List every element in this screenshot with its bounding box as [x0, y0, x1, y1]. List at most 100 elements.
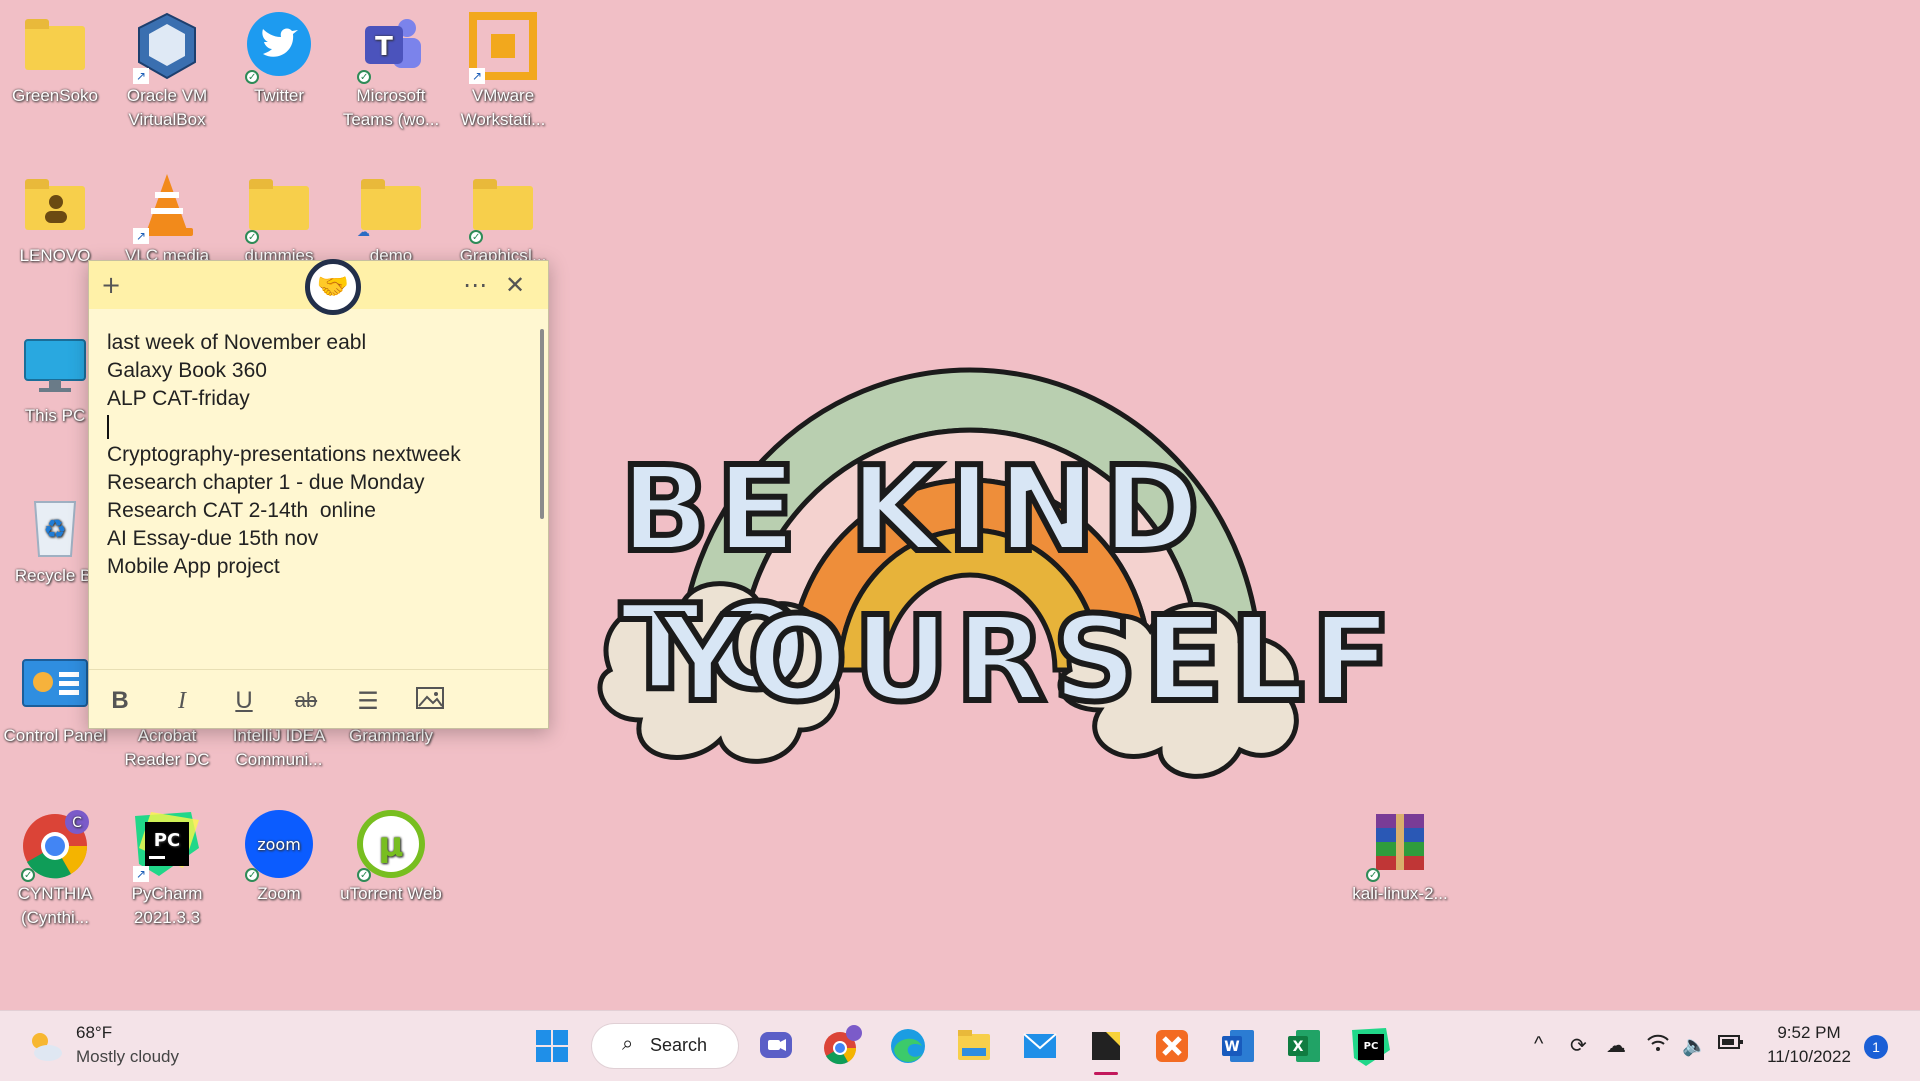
more-options-button[interactable]: ⋯: [459, 269, 491, 301]
desktop-icon-vlc[interactable]: ↗ VLC media: [112, 170, 222, 268]
desktop-icon-lenovo[interactable]: LENOVO: [0, 170, 110, 268]
note-scrollbar[interactable]: [540, 329, 544, 519]
zoom-icon: zoom: [243, 808, 315, 888]
chrome-taskbar-icon[interactable]: [820, 1024, 864, 1068]
desktop-icon-graphics[interactable]: Graphics|...: [448, 170, 558, 268]
sticky-note-content[interactable]: last week of November eabl Galaxy Book 3…: [89, 309, 548, 581]
note-line: ALP CAT-friday: [107, 387, 250, 410]
svg-text:PC: PC: [154, 830, 180, 851]
desktop-icon-pycharm[interactable]: PC ↗ PyCharm 2021.3.3: [112, 808, 222, 930]
word-icon[interactable]: W: [1216, 1024, 1260, 1068]
desktop-icon-label: IntelliJ IDEA Communi...: [232, 726, 326, 769]
clock-time: 9:52 PM: [1777, 1023, 1841, 1042]
note-line: Mobile App project: [107, 555, 280, 578]
desktop-icon-label: Microsoft Teams (wo...: [342, 86, 440, 129]
folder-icon: ☁: [355, 170, 427, 242]
handshake-avatar-icon[interactable]: 🤝: [305, 259, 361, 315]
pycharm-taskbar-icon[interactable]: PC: [1348, 1024, 1392, 1068]
system-clock[interactable]: 9:52 PM 11/10/2022: [1762, 1021, 1856, 1069]
desktop-icon-kali-archive[interactable]: kali-linux-2...: [1345, 808, 1455, 906]
desktop-icon-zoom[interactable]: zoom Zoom: [224, 808, 334, 906]
strikethrough-button[interactable]: ab: [289, 686, 323, 716]
desktop-icon-label: Zoom: [257, 884, 301, 903]
chrome-icon: C: [19, 808, 91, 888]
desktop-icon-virtualbox[interactable]: ↗ Oracle VM VirtualBox: [112, 10, 222, 132]
underline-button[interactable]: U: [227, 686, 261, 716]
edge-icon[interactable]: [886, 1024, 930, 1068]
note-line: AI Essay-due 15th nov: [107, 527, 319, 550]
search-label: Search: [650, 1035, 708, 1055]
desktop-icon-dummies[interactable]: dummies: [224, 170, 334, 268]
taskbar-search[interactable]: ⌕ Search: [592, 1024, 738, 1068]
note-format-toolbar: B I U ab ☰: [89, 669, 548, 728]
monitor-icon: [19, 330, 91, 402]
teams-chat-icon[interactable]: [754, 1024, 798, 1068]
folder-icon: [243, 170, 315, 250]
desktop-icon-vmware[interactable]: ↗ VMware Workstati...: [448, 10, 558, 132]
svg-text:C: C: [72, 815, 82, 831]
wallpaper-rainbow: BE KIND TO YOURSELF: [590, 290, 1395, 854]
folder-icon: [467, 170, 539, 250]
note-line: Cryptography-presentations nextweek: [107, 443, 461, 466]
show-hidden-icons-chevron-icon[interactable]: ^: [1534, 1033, 1543, 1056]
new-note-button[interactable]: +: [95, 269, 127, 301]
vlc-icon: ↗: [131, 170, 203, 244]
notification-badge[interactable]: 1: [1864, 1035, 1888, 1059]
note-line: Research CAT 2-14th online: [107, 499, 376, 522]
note-line: Research chapter 1 - due Monday: [107, 471, 425, 494]
desktop-icon-label: PyCharm 2021.3.3: [131, 884, 203, 927]
bold-button[interactable]: B: [103, 686, 137, 716]
virtualbox-icon: ↗: [131, 10, 203, 84]
svg-text:♻: ♻: [43, 514, 66, 544]
teams-icon: T: [355, 10, 427, 90]
desktop-icon-label: VMware Workstati...: [460, 86, 546, 129]
svg-text:W: W: [1224, 1039, 1239, 1055]
vmware-icon: ↗: [467, 10, 539, 84]
onedrive-cloud-icon[interactable]: ☁: [1606, 1033, 1626, 1058]
pycharm-icon: PC ↗: [131, 808, 203, 882]
desktop-icon-label: Oracle VM VirtualBox: [126, 86, 208, 129]
desktop-icon-twitter[interactable]: Twitter: [224, 10, 334, 108]
desktop-icon-label: Twitter: [253, 86, 305, 105]
xampp-icon[interactable]: [1150, 1024, 1194, 1068]
volume-icon[interactable]: 🔈: [1682, 1033, 1707, 1058]
wallpaper-text-line2: YOURSELF: [657, 587, 1398, 731]
twitter-icon: [243, 10, 315, 90]
active-app-indicator: [1094, 1072, 1118, 1075]
sticky-note-window[interactable]: + ⋯ ✕ last week of November eabl Galaxy …: [88, 260, 549, 729]
excel-icon[interactable]: X: [1282, 1024, 1326, 1068]
folder-icon: [19, 10, 91, 82]
bullet-list-icon[interactable]: ☰: [351, 686, 385, 716]
battery-icon[interactable]: [1718, 1033, 1744, 1056]
file-explorer-icon[interactable]: [952, 1024, 996, 1068]
clock-date: 11/10/2022: [1767, 1047, 1851, 1066]
search-icon: ⌕: [622, 1033, 634, 1055]
desktop-icon-chrome-cynthia[interactable]: C CYNTHIA (Cynthi...: [0, 808, 110, 930]
desktop-icon-label: GreenSoko: [12, 86, 98, 105]
windows-logo-icon: [536, 1030, 568, 1062]
svg-text:µ: µ: [378, 825, 403, 865]
desktop-icon-demo[interactable]: ☁ demo: [336, 170, 446, 268]
close-note-button[interactable]: ✕: [499, 269, 531, 301]
image-icon[interactable]: [413, 686, 447, 716]
svg-text:zoom: zoom: [257, 835, 301, 854]
desktop-icon-label: Acrobat Reader DC: [124, 726, 210, 769]
weather-desc: Mostly cloudy: [76, 1047, 179, 1066]
cloud-sun-icon: [32, 1033, 62, 1061]
start-button[interactable]: [530, 1024, 574, 1068]
desktop-icon-label: uTorrent Web: [340, 884, 442, 903]
mail-icon[interactable]: [1018, 1024, 1062, 1068]
desktop-icon-greensoko[interactable]: GreenSoko: [0, 10, 110, 108]
sticky-notes-taskbar-icon[interactable]: [1084, 1024, 1128, 1075]
taskbar: 68°F Mostly cloudy ⌕ Search W X PC ^ ⟳ ☁: [0, 1010, 1920, 1081]
user-folder-icon: [19, 170, 91, 242]
desktop-icon-label: kali-linux-2...: [1352, 884, 1448, 903]
desktop-icon-teams[interactable]: T Microsoft Teams (wo...: [336, 10, 446, 132]
desktop-icon-utorrent[interactable]: µ uTorrent Web: [336, 808, 446, 906]
wifi-icon[interactable]: [1646, 1033, 1670, 1059]
utorrent-icon: µ: [355, 808, 427, 888]
sync-icon[interactable]: ⟳: [1570, 1033, 1587, 1058]
italic-button[interactable]: I: [165, 686, 199, 716]
control-panel-icon: [19, 650, 91, 722]
desktop-icon-label: CYNTHIA (Cynthi...: [17, 884, 93, 927]
